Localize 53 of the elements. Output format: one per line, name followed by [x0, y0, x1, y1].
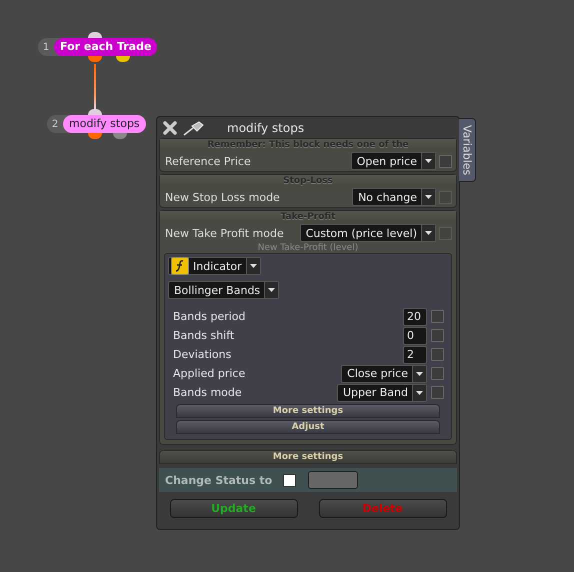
node-label: modify stops: [63, 115, 146, 133]
side-tab[interactable]: Variables: [459, 118, 476, 182]
checkbox[interactable]: [431, 367, 444, 380]
caption: New Take-Profit (level): [256, 243, 360, 253]
param-label: Applied price: [173, 367, 246, 380]
caret-icon: [250, 264, 257, 268]
color-field[interactable]: [308, 471, 358, 489]
status-label: Change Status to: [165, 474, 274, 486]
field-label: New Take Profit mode: [165, 226, 285, 240]
pin-icon[interactable]: [183, 120, 205, 136]
checkbox[interactable]: [431, 348, 444, 361]
checkbox[interactable]: [431, 310, 444, 323]
node-label: For each Trade: [54, 38, 158, 56]
field-label: Reference Price: [165, 154, 252, 168]
panel-title: modify stops: [227, 120, 304, 134]
output-port[interactable]: [116, 56, 130, 62]
output-port[interactable]: [113, 133, 127, 139]
dropdown[interactable]: Upper Band: [336, 384, 427, 402]
caret-icon: [425, 159, 432, 163]
study-dropdown[interactable]: Bollinger Bands: [168, 281, 280, 299]
checkbox[interactable]: [431, 329, 444, 342]
caret-icon: [416, 390, 423, 394]
dropdown[interactable]: Close price: [341, 364, 427, 382]
param-label: Bands mode: [173, 386, 243, 399]
dropdown[interactable]: Open price: [350, 152, 436, 170]
caret-icon: [425, 231, 432, 235]
output-port[interactable]: [88, 56, 102, 62]
checkbox[interactable]: [439, 154, 452, 168]
flow-node[interactable]: 2 modify stops: [47, 115, 146, 133]
input-port[interactable]: [88, 109, 102, 115]
node-number: 2: [50, 118, 60, 130]
node-number: 1: [42, 42, 50, 52]
flow-node[interactable]: 1 For each Trade: [38, 38, 158, 56]
section-button[interactable]: More settings: [176, 404, 440, 418]
field-label: New Stop Loss mode: [165, 190, 281, 204]
caret-icon: [268, 288, 276, 292]
output-port[interactable]: [88, 133, 102, 139]
param-label: Bands shift: [173, 329, 236, 342]
number-field[interactable]: 0: [403, 326, 427, 344]
close-icon[interactable]: [163, 120, 177, 134]
param-label: Bands period: [173, 310, 247, 323]
checkbox[interactable]: [431, 386, 444, 399]
caret-icon: [416, 372, 423, 376]
more-settings-button[interactable]: More settings: [159, 450, 457, 464]
input-port[interactable]: [88, 32, 102, 38]
number-field[interactable]: 2: [403, 346, 427, 364]
section-button[interactable]: Adjust: [176, 420, 440, 434]
source-dropdown[interactable]: Indicator: [168, 257, 261, 275]
caret-icon: [425, 195, 432, 199]
param-label: Deviations: [173, 348, 232, 361]
number-field[interactable]: 20: [403, 308, 427, 326]
checkbox[interactable]: [283, 474, 296, 486]
connector-line: [94, 64, 96, 110]
